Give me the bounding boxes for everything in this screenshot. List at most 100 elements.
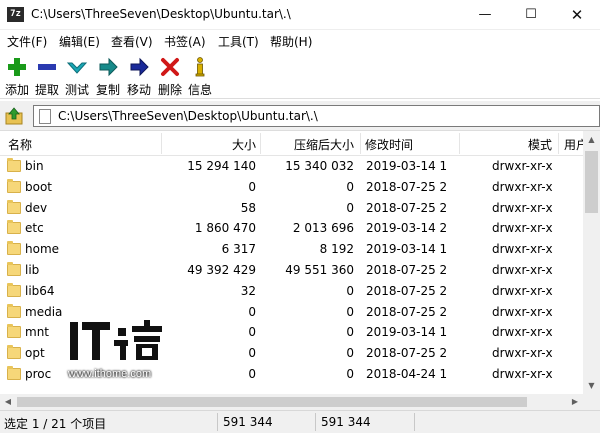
info-label: 信息 <box>187 83 212 97</box>
copy-icon <box>99 57 118 77</box>
horizontal-scroll-thumb[interactable] <box>17 397 527 407</box>
scroll-corner <box>583 394 600 410</box>
row-size: 0 <box>248 179 256 194</box>
menu-bookmarks[interactable]: 书签(A) <box>164 33 206 50</box>
row-mode: drwxr-xr-x <box>492 242 553 257</box>
vertical-scroll-thumb[interactable] <box>585 151 598 213</box>
column-name-header[interactable]: 名称 <box>8 136 32 153</box>
row-name: lib <box>25 262 40 277</box>
status-divider <box>315 413 316 431</box>
scroll-right-arrow-icon[interactable]: ▶ <box>567 394 583 410</box>
row-packed-size: 15 340 032 <box>285 159 354 173</box>
row-packed-size: 0 <box>346 366 354 381</box>
column-divider[interactable] <box>360 133 361 154</box>
row-packed-size: 0 <box>346 200 354 215</box>
scroll-down-arrow-icon[interactable]: ▼ <box>583 377 600 394</box>
move-label: 移动 <box>126 83 151 97</box>
maximize-button[interactable]: ☐ <box>508 0 554 30</box>
table-row[interactable]: dev 58 0 2018-07-25 2 drwxr-xr-x <box>0 198 583 219</box>
column-packed-header[interactable]: 压缩后大小 <box>294 136 354 153</box>
row-mode: drwxr-xr-x <box>492 366 553 381</box>
column-divider[interactable] <box>558 133 559 154</box>
window-title: C:\Users\ThreeSeven\Desktop\Ubuntu.tar\.… <box>31 7 291 21</box>
extract-label: 提取 <box>34 83 59 97</box>
delete-button[interactable]: 删除 <box>155 56 185 98</box>
row-name: media <box>25 304 63 319</box>
info-icon <box>195 57 205 77</box>
row-name: proc <box>25 366 52 381</box>
info-button[interactable]: 信息 <box>185 56 215 98</box>
row-packed-size: 0 <box>346 283 354 298</box>
up-folder-button[interactable] <box>3 106 25 126</box>
row-mode: drwxr-xr-x <box>492 221 553 236</box>
column-mode-header[interactable]: 模式 <box>528 136 552 153</box>
row-name: bin <box>25 159 44 173</box>
status-bar: 选定 1 / 21 个项目 591 344 591 344 <box>0 410 600 433</box>
extract-icon <box>38 64 56 70</box>
folder-icon <box>7 261 21 276</box>
row-size: 0 <box>248 346 256 361</box>
row-modified: 2018-04-24 1 <box>366 366 448 381</box>
minimize-button[interactable]: — <box>462 0 508 30</box>
close-button[interactable]: ✕ <box>554 0 600 30</box>
row-modified: 2019-03-14 1 <box>366 325 448 340</box>
menu-file[interactable]: 文件(F) <box>7 33 47 50</box>
add-button[interactable]: 添加 <box>2 56 32 98</box>
table-row[interactable]: lib64 32 0 2018-07-25 2 drwxr-xr-x <box>0 281 583 302</box>
row-name: lib64 <box>25 283 55 298</box>
scroll-up-arrow-icon[interactable]: ▲ <box>583 131 600 148</box>
copy-label: 复制 <box>95 83 120 97</box>
row-packed-size: 0 <box>346 304 354 319</box>
menu-view[interactable]: 查看(V) <box>111 33 153 50</box>
column-user-header[interactable]: 用户 <box>564 136 583 153</box>
table-row[interactable]: etc 1 860 470 2 013 696 2019-03-14 2 drw… <box>0 218 583 239</box>
extract-button[interactable]: 提取 <box>32 56 62 98</box>
path-input[interactable]: C:\Users\ThreeSeven\Desktop\Ubuntu.tar\.… <box>33 105 600 127</box>
vertical-scrollbar[interactable]: ▲ ▼ <box>583 131 600 394</box>
column-divider[interactable] <box>260 133 261 154</box>
column-modified-header[interactable]: 修改时间 <box>365 136 413 153</box>
row-mode: drwxr-xr-x <box>492 304 553 319</box>
test-label: 测试 <box>64 83 89 97</box>
folder-icon <box>7 241 21 256</box>
column-divider[interactable] <box>161 133 162 154</box>
move-button[interactable]: 移动 <box>124 56 154 98</box>
row-mode: drwxr-xr-x <box>492 325 553 340</box>
table-row[interactable]: bin 15 294 140 15 340 032 2019-03-14 1 d… <box>0 156 583 177</box>
row-modified: 2019-03-14 2 <box>366 221 448 236</box>
row-modified: 2018-07-25 2 <box>366 346 448 361</box>
row-mode: drwxr-xr-x <box>492 159 553 173</box>
row-name: dev <box>25 200 48 215</box>
test-button[interactable]: 测试 <box>62 56 92 98</box>
row-modified: 2018-07-25 2 <box>366 179 448 194</box>
row-size: 32 <box>240 283 256 298</box>
row-modified: 2018-07-25 2 <box>366 262 448 277</box>
menu-tools[interactable]: 工具(T) <box>218 33 259 50</box>
row-packed-size: 0 <box>346 346 354 361</box>
row-mode: drwxr-xr-x <box>492 346 553 361</box>
menu-help[interactable]: 帮助(H) <box>270 33 312 50</box>
status-selection: 选定 1 / 21 个项目 <box>4 417 107 431</box>
copy-button[interactable]: 复制 <box>93 56 123 98</box>
horizontal-scrollbar[interactable]: ◀ ▶ <box>0 394 583 410</box>
column-size-header[interactable]: 大小 <box>232 136 256 153</box>
row-size: 0 <box>248 304 256 319</box>
row-modified: 2018-07-25 2 <box>366 304 448 319</box>
row-size: 49 392 429 <box>187 262 256 277</box>
watermark-url: www.ithome.com <box>68 368 152 380</box>
row-name: home <box>25 242 60 257</box>
row-modified: 2018-07-25 2 <box>366 200 448 215</box>
list-header: 名称 大小 压缩后大小 修改时间 模式 用户 <box>0 131 583 156</box>
table-row[interactable]: boot 0 0 2018-07-25 2 drwxr-xr-x <box>0 177 583 198</box>
row-size: 58 <box>240 200 256 215</box>
folder-icon <box>7 282 21 297</box>
table-row[interactable]: home 6 317 8 192 2019-03-14 1 drwxr-xr-x <box>0 239 583 260</box>
scroll-left-arrow-icon[interactable]: ◀ <box>0 394 16 410</box>
row-mode: drwxr-xr-x <box>492 283 553 298</box>
row-mode: drwxr-xr-x <box>492 179 553 194</box>
column-divider[interactable] <box>459 133 460 154</box>
row-size: 0 <box>248 325 256 340</box>
menu-edit[interactable]: 编辑(E) <box>59 33 100 50</box>
table-row[interactable]: lib 49 392 429 49 551 360 2018-07-25 2 d… <box>0 260 583 281</box>
app-icon[interactable]: 7z <box>7 7 24 22</box>
